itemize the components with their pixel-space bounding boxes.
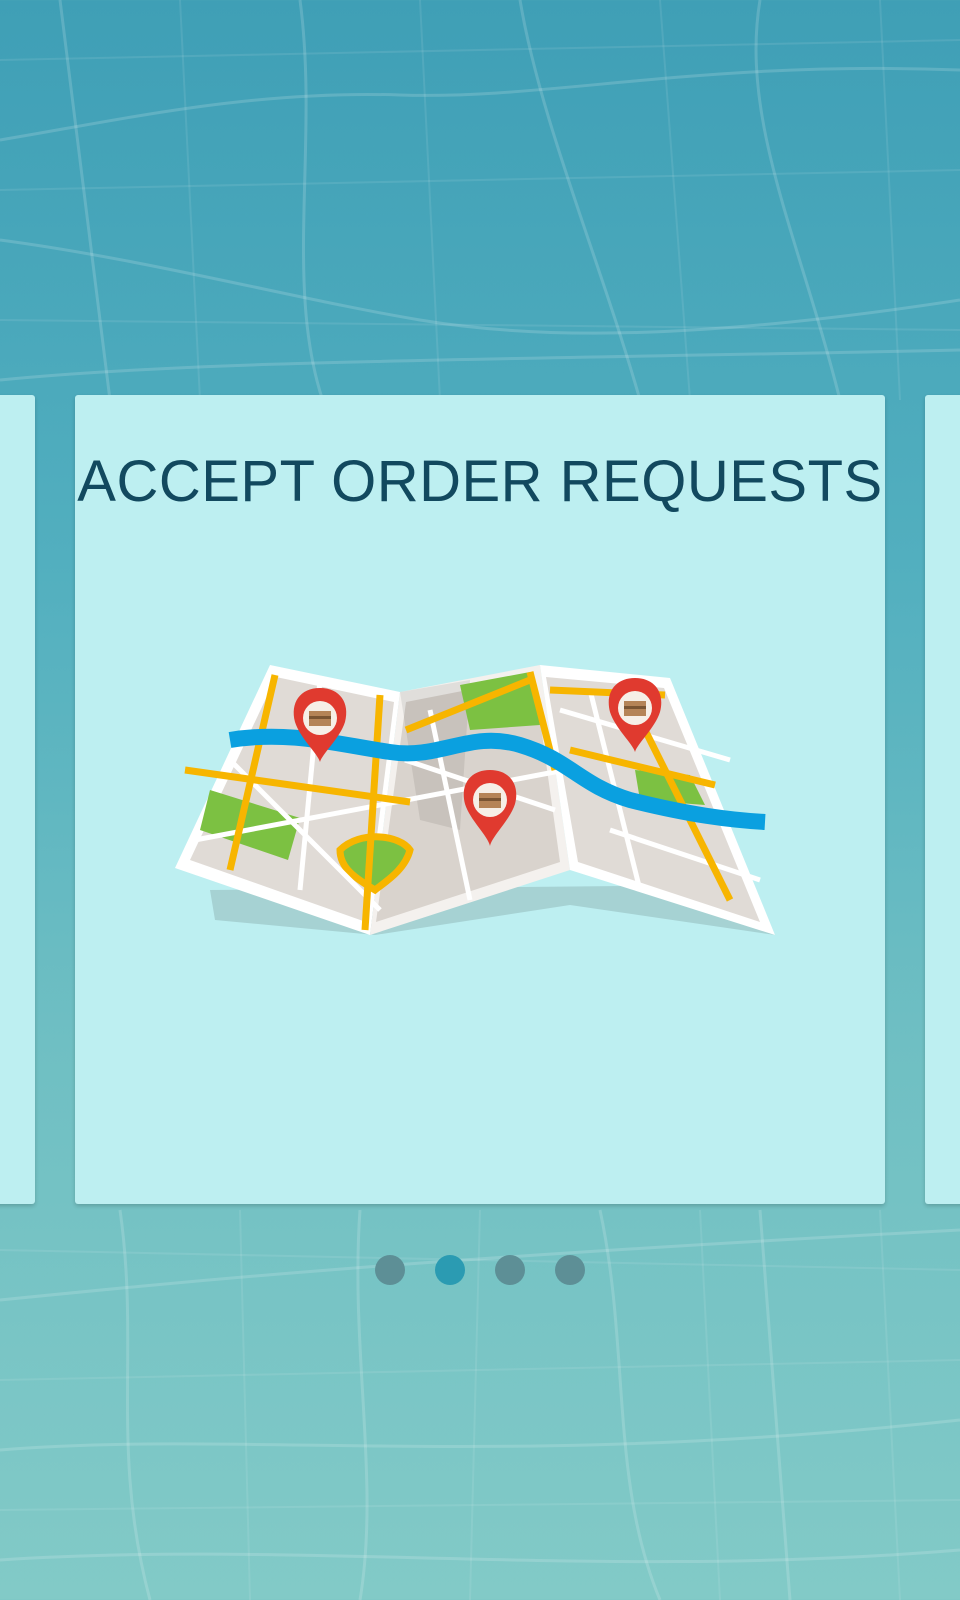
city-map-illustration <box>175 665 775 935</box>
page-dot-4[interactable] <box>555 1255 585 1285</box>
page-dot-3[interactable] <box>495 1255 525 1285</box>
page-dot-1[interactable] <box>375 1255 405 1285</box>
page-indicator <box>0 1255 960 1285</box>
card-title: ACCEPT ORDER REQUESTS <box>77 449 883 514</box>
previous-card-peek[interactable] <box>0 395 35 1204</box>
page-dot-2[interactable] <box>435 1255 465 1285</box>
next-card-peek[interactable] <box>925 395 960 1204</box>
